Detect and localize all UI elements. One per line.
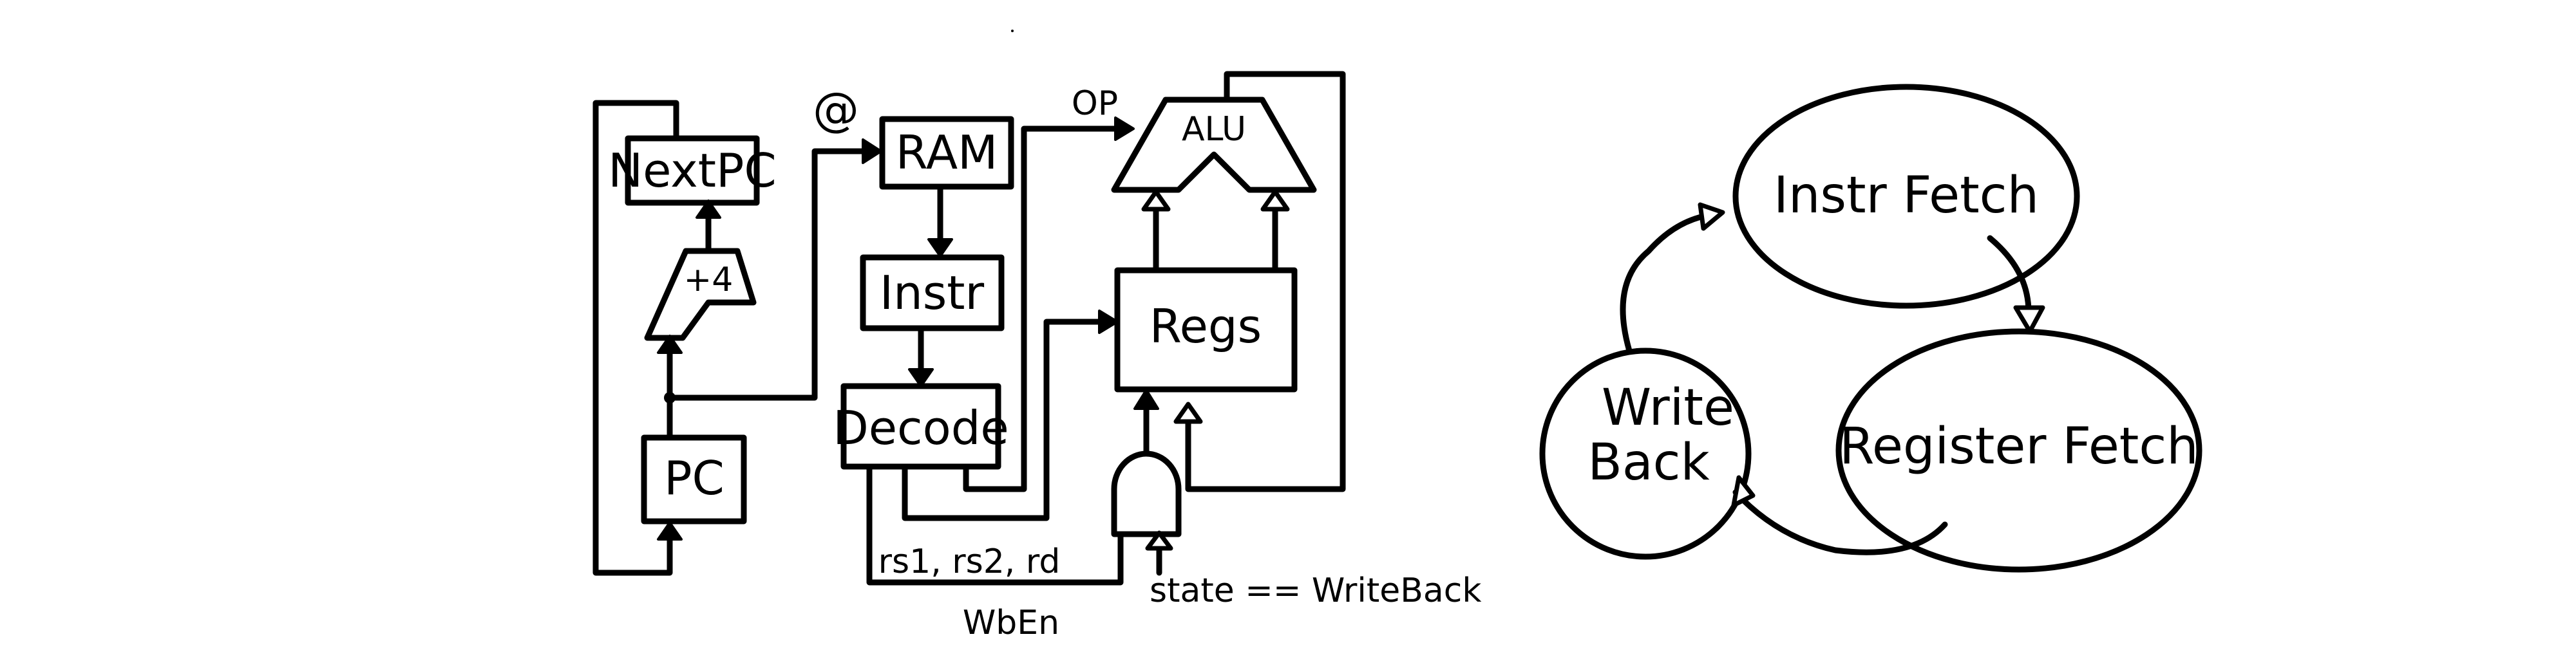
alu-op-arrow: [1114, 116, 1135, 141]
transition-regfetch-to-writeback-arrow: [1731, 475, 1756, 508]
address-label: @: [813, 82, 859, 136]
ram-label: RAM: [896, 125, 998, 180]
transition-regfetch-to-writeback: [1732, 489, 1948, 555]
op-label: OP: [1072, 84, 1118, 123]
instr-label: Instr: [880, 266, 985, 320]
diagram-canvas: NextPC +4 PC @ RAM Instr Decode OP rs1, …: [592, 30, 2202, 642]
alu-input-a-arrow: [1141, 189, 1171, 212]
alu-input-b-arrow: [1260, 189, 1290, 212]
regs-writeback-arrow: [1173, 402, 1203, 424]
wben-label: WbEn: [963, 604, 1059, 642]
transition-fetch-to-regfetch-arrow: [2013, 305, 2045, 334]
pc-label: PC: [664, 451, 724, 505]
state-instr-fetch-label: Instr Fetch: [1774, 167, 2039, 225]
ram-address-arrow: [862, 138, 882, 164]
regs-label: Regs: [1150, 299, 1262, 353]
state-write-back-label-2: Back: [1587, 434, 1709, 492]
transition-fetch-to-regfetch: [1987, 235, 2032, 315]
plus4-label: +4: [684, 261, 734, 299]
state-condition-label: state == WriteBack: [1150, 571, 1481, 610]
next-pc-label: NextPC: [608, 144, 776, 198]
reg-fields-label: rs1, rs2, rd: [878, 543, 1061, 581]
transition-writeback-to-fetch: [1620, 212, 1710, 354]
alu-label: ALU: [1182, 110, 1246, 149]
state-write-back-label-1: Write: [1602, 379, 1734, 437]
decode-label: Decode: [833, 401, 1009, 455]
state-machine: Instr Fetch Register Fetch Write Back: [1539, 84, 2202, 573]
pc-input-arrow: [657, 521, 683, 541]
and-gate: [1111, 450, 1182, 537]
instr-input-arrow: [927, 238, 953, 257]
stray-dot: [1011, 30, 1014, 32]
transition-writeback-to-fetch-arrow: [1698, 202, 1725, 231]
state-register-fetch-label: Register Fetch: [1839, 418, 2198, 476]
regs-enable-arrow: [1133, 389, 1159, 410]
datapath: NextPC +4 PC @ RAM Instr Decode OP rs1, …: [592, 71, 1481, 642]
